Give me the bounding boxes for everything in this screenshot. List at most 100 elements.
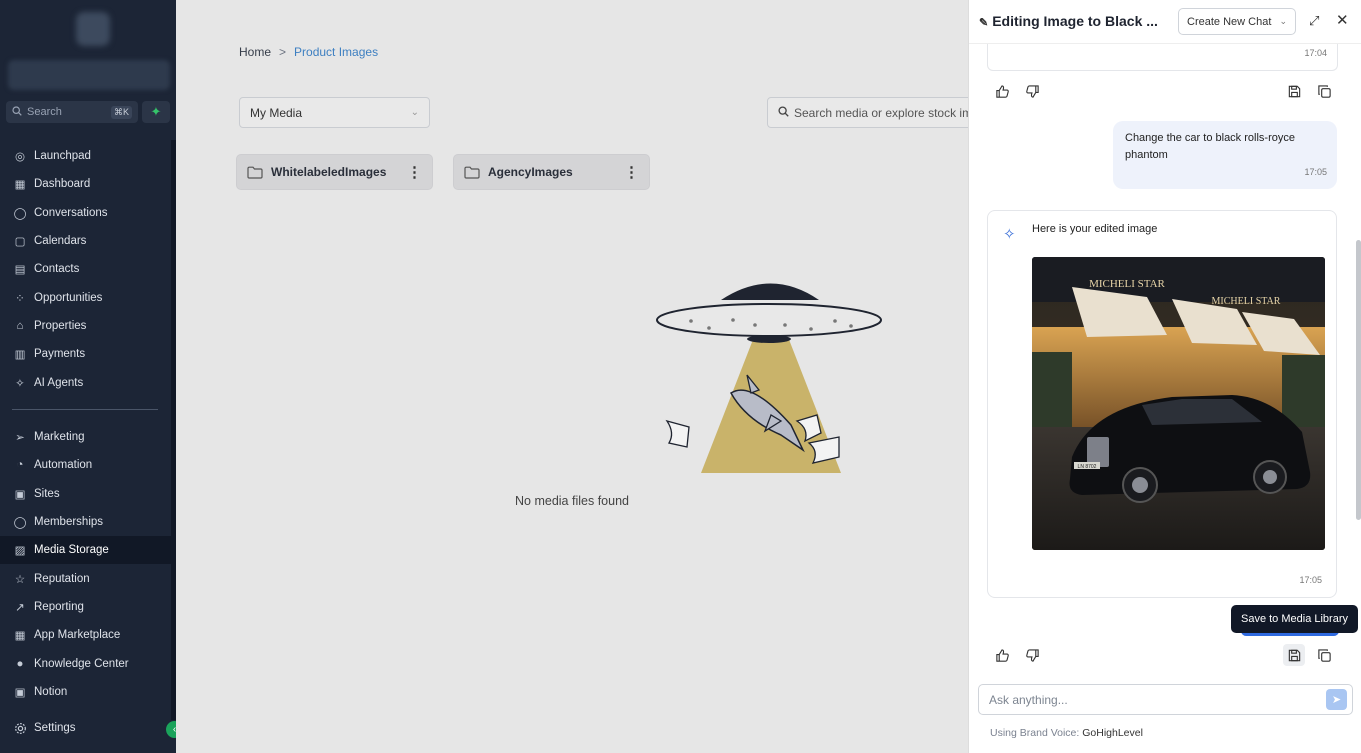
sidebar-item-notion[interactable]: ▣ Notion bbox=[0, 678, 176, 706]
star-icon: ☆ bbox=[14, 573, 26, 586]
sidebar-item-reputation[interactable]: ☆ Reputation bbox=[0, 564, 176, 592]
more-vertical-icon[interactable]: ⋮ bbox=[407, 163, 422, 181]
sidebar-item-label: Contacts bbox=[34, 263, 80, 276]
search-icon bbox=[778, 105, 789, 120]
chat-scrollbar[interactable] bbox=[1356, 240, 1361, 520]
sidebar-item-calendars[interactable]: ▢ Calendars bbox=[0, 227, 176, 255]
folder-card[interactable]: WhitelabeledImages ⋮ bbox=[236, 154, 433, 190]
notion-icon: ▣ bbox=[14, 686, 26, 699]
message-actions bbox=[991, 644, 1334, 668]
send-button[interactable]: ➤ bbox=[1326, 689, 1347, 710]
trend-icon: ↗ bbox=[15, 601, 25, 614]
sidebar-item-label: Launchpad bbox=[34, 150, 91, 163]
empty-state-text: No media files found bbox=[515, 494, 629, 508]
edited-image[interactable]: MICHELI STAR MICHELI STAR LN 8702 bbox=[1032, 257, 1325, 550]
message-time: 17:04 bbox=[1304, 48, 1327, 58]
copy-icon[interactable] bbox=[1313, 644, 1335, 666]
media-search-input[interactable]: Search media or explore stock im bbox=[767, 97, 968, 128]
sidebar-item-label: Settings bbox=[34, 722, 76, 735]
magic-wand-icon: ✎ bbox=[979, 17, 989, 29]
thumbs-down-icon[interactable] bbox=[1021, 80, 1043, 102]
chat-input-placeholder: Ask anything... bbox=[989, 692, 1068, 707]
send-icon: ➤ bbox=[1331, 694, 1342, 706]
breadcrumb: Home > Product Images bbox=[239, 45, 378, 59]
sidebar-item-settings[interactable]: Settings bbox=[0, 714, 176, 742]
sidebar-item-memberships[interactable]: ◯ Memberships bbox=[0, 508, 176, 536]
sidebar-item-marketing[interactable]: ➢ Marketing bbox=[0, 423, 176, 451]
sidebar-item-label: Reputation bbox=[34, 572, 90, 585]
edited-image-art: MICHELI STAR MICHELI STAR LN 8702 bbox=[1032, 257, 1325, 550]
breadcrumb-home[interactable]: Home bbox=[239, 45, 271, 59]
sidebar-item-label: Marketing bbox=[34, 431, 85, 444]
message-time: 17:05 bbox=[1304, 167, 1327, 177]
brand-voice-info: Using Brand Voice: GoHighLevel bbox=[990, 727, 1143, 739]
account-switcher[interactable] bbox=[8, 60, 170, 90]
sidebar-item-label: Notion bbox=[34, 685, 68, 698]
chat-bubble-icon: ◯ bbox=[13, 207, 27, 220]
sidebar-item-label: Calendars bbox=[34, 235, 87, 248]
rocket-icon: ◎ bbox=[14, 151, 26, 164]
thumbs-down-icon[interactable] bbox=[1021, 644, 1043, 666]
save-icon[interactable] bbox=[1283, 644, 1305, 666]
media-main: Home > Product Images My Media ⌄ Search me… bbox=[176, 0, 968, 753]
brand-voice-label: Using Brand Voice: bbox=[990, 727, 1080, 739]
sparkle-icon: ✧ bbox=[15, 377, 25, 390]
sidebar-item-payments[interactable]: ▥ Payments bbox=[0, 340, 176, 368]
image-plate-text: LN 8702 bbox=[1078, 464, 1097, 470]
empty-state-illustration bbox=[656, 283, 882, 473]
more-vertical-icon[interactable]: ⋮ bbox=[624, 163, 639, 181]
receipt-icon: ▥ bbox=[14, 349, 26, 362]
brand-voice-value[interactable]: GoHighLevel bbox=[1082, 727, 1143, 739]
panel-title: ✎ Editing Image to Black ... bbox=[979, 13, 1158, 29]
sidebar-item-conversations[interactable]: ◯ Conversations bbox=[0, 199, 176, 227]
sidebar-item-opportunities[interactable]: ⁘ Opportunities bbox=[0, 283, 176, 311]
sidebar-item-ai-agents[interactable]: ✧ AI Agents bbox=[0, 368, 176, 396]
sidebar-item-label: Opportunities bbox=[34, 291, 103, 304]
sidebar-nav-settings: Settings bbox=[0, 714, 176, 742]
create-new-chat-select[interactable]: Create New Chat ⌄ bbox=[1178, 8, 1296, 35]
close-icon[interactable]: ✕ bbox=[1336, 11, 1349, 29]
message-time: 17:05 bbox=[1299, 575, 1322, 585]
sidebar-item-properties[interactable]: ⌂ Properties bbox=[0, 312, 176, 340]
send-icon: ➢ bbox=[15, 432, 25, 445]
thumbs-up-icon[interactable] bbox=[991, 80, 1013, 102]
sidebar-search-placeholder: Search bbox=[27, 106, 62, 118]
media-source-select[interactable]: My Media ⌄ bbox=[239, 97, 430, 128]
sidebar-item-launchpad[interactable]: ◎ Launchpad bbox=[0, 142, 176, 170]
sidebar-item-sites[interactable]: ▣ Sites bbox=[0, 480, 176, 508]
copy-icon[interactable] bbox=[1313, 80, 1335, 102]
chevron-down-icon: ⌄ bbox=[1279, 16, 1287, 26]
search-icon bbox=[12, 105, 22, 119]
sidebar-item-contacts[interactable]: ▤ Contacts bbox=[0, 255, 176, 283]
media-source-value: My Media bbox=[250, 105, 303, 120]
quick-action-button[interactable]: ✦ bbox=[142, 101, 170, 123]
search-shortcut: ⌘K bbox=[110, 105, 132, 119]
sparkle-icon: ✦ bbox=[150, 104, 162, 119]
badge-icon: ◯ bbox=[13, 517, 27, 530]
save-icon[interactable] bbox=[1283, 80, 1305, 102]
sidebar-item-label: Sites bbox=[34, 487, 60, 500]
sidebar-item-dashboard[interactable]: ▦ Dashboard bbox=[0, 170, 176, 198]
message-actions bbox=[991, 80, 1334, 104]
sidebar-item-reporting[interactable]: ↗ Reporting bbox=[0, 593, 176, 621]
sidebar-item-app-marketplace[interactable]: ▦ App Marketplace bbox=[0, 621, 176, 649]
sidebar-search[interactable]: Search ⌘K bbox=[6, 101, 138, 123]
chat-input[interactable]: Ask anything... ➤ bbox=[978, 684, 1353, 715]
brand-logo[interactable] bbox=[76, 12, 110, 46]
ai-message-card: ✧ Here is your edited image MICHELI STAR… bbox=[987, 210, 1337, 598]
sidebar: Search ⌘K ✦ ◎ Launchpad ▦ Dashboard ◯ Convers… bbox=[0, 0, 183, 753]
automation-icon: ◔ bbox=[16, 459, 24, 472]
breadcrumb-current[interactable]: Product Images bbox=[294, 45, 378, 59]
sidebar-item-automation[interactable]: ◔ Automation bbox=[0, 451, 176, 479]
sidebar-item-label: Automation bbox=[34, 459, 93, 472]
sidebar-nav-top: ◎ Launchpad ▦ Dashboard ◯ Conversations ▢ Calen… bbox=[0, 142, 176, 397]
app-root: Search ⌘K ✦ ◎ Launchpad ▦ Dashboard ◯ Convers… bbox=[0, 0, 1361, 753]
sidebar-item-media-storage[interactable]: ▨ Media Storage bbox=[0, 536, 176, 565]
folder-card[interactable]: AgencyImages ⋮ bbox=[453, 154, 650, 190]
expand-icon[interactable]: ⤢ bbox=[1309, 13, 1319, 29]
chevron-down-icon: ⌄ bbox=[410, 107, 419, 118]
thumbs-up-icon[interactable] bbox=[991, 644, 1013, 666]
sparkle-icon: ✧ bbox=[1003, 226, 1016, 243]
sidebar-divider bbox=[12, 409, 158, 410]
sidebar-item-knowledge-center[interactable]: ● Knowledge Center bbox=[0, 649, 176, 677]
